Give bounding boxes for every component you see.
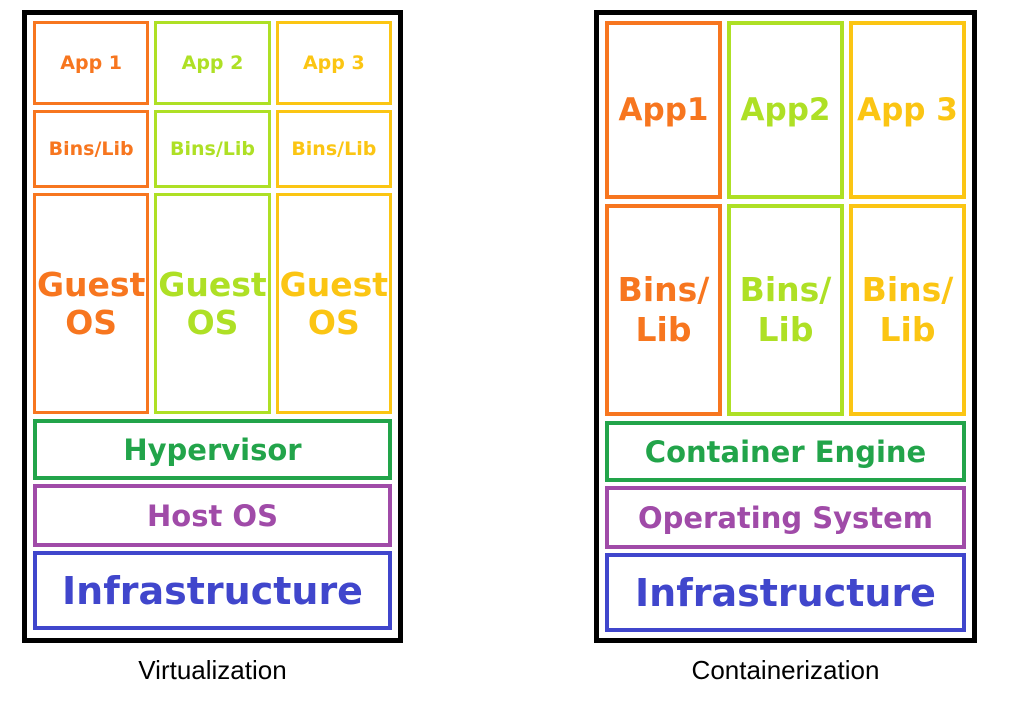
- virtualization-app-box-2: App 2: [154, 21, 271, 105]
- virtualization-infrastructure-label: Infrastructure: [62, 568, 363, 613]
- container-engine-label: Container Engine: [644, 434, 927, 469]
- virtualization-guest-os-box-3: Guest OS: [275, 193, 392, 414]
- virtualization-bins-box-1: Bins/Lib: [33, 110, 150, 188]
- virtualization-vs-containerization-diagram: App 1 App 2 App 3 Bins/Lib Bins/Lib Bins…: [0, 0, 1011, 711]
- virtualization-app-box-3: App 3: [275, 21, 392, 105]
- containerization-platform-bars: Container Engine Operating System Infras…: [605, 421, 966, 632]
- virtualization-stack: App 1 App 2 App 3 Bins/Lib Bins/Lib Bins…: [22, 10, 403, 643]
- virtualization-guest-os-row: Guest OS Guest OS Guest OS: [33, 193, 392, 414]
- containerization-infrastructure-label: Infrastructure: [635, 570, 936, 615]
- virtualization-bins-label-3: Bins/Lib: [291, 138, 377, 160]
- container-engine-bar: Container Engine: [605, 421, 966, 482]
- containerization-app-label-1: App1: [618, 91, 709, 128]
- containerization-bins-box-1: Bins/ Lib: [605, 203, 722, 416]
- virtualization-app-label-3: App 3: [302, 52, 365, 74]
- virtualization-app-row: App 1 App 2 App 3: [33, 21, 392, 105]
- operating-system-label: Operating System: [637, 500, 934, 535]
- containerization-bins-label-3: Bins/ Lib: [861, 269, 954, 349]
- hypervisor-bar: Hypervisor: [33, 419, 392, 480]
- operating-system-bar: Operating System: [605, 486, 966, 549]
- containerization-bins-label-2: Bins/ Lib: [739, 269, 832, 349]
- virtualization-guest-os-label-3: Guest OS: [279, 264, 389, 342]
- virtualization-guest-os-label-1: Guest OS: [36, 264, 146, 342]
- containerization-app-box-3: App 3: [849, 21, 966, 199]
- containerization-caption: Containerization: [691, 655, 880, 685]
- hypervisor-label: Hypervisor: [123, 432, 302, 467]
- virtualization-guest-os-label-2: Guest OS: [158, 264, 267, 342]
- containerization-app-box-2: App2: [727, 21, 844, 199]
- containerization-bins-box-3: Bins/ Lib: [849, 203, 966, 416]
- virtualization-bins-row: Bins/Lib Bins/Lib Bins/Lib: [33, 110, 392, 188]
- containerization-app-label-2: App2: [740, 91, 831, 128]
- virtualization-bins-label-1: Bins/Lib: [48, 138, 134, 160]
- virtualization-bins-label-2: Bins/Lib: [169, 138, 255, 160]
- virtualization-guest-os-box-1: Guest OS: [33, 193, 150, 414]
- virtualization-bins-box-2: Bins/Lib: [154, 110, 271, 188]
- virtualization-app-box-1: App 1: [33, 21, 150, 105]
- containerization-infrastructure-bar: Infrastructure: [605, 553, 966, 632]
- virtualization-infrastructure-bar: Infrastructure: [33, 551, 392, 630]
- virtualization-app-label-1: App 1: [60, 52, 123, 74]
- virtualization-platform-bars: Hypervisor Host OS Infrastructure: [33, 419, 392, 630]
- host-os-bar: Host OS: [33, 484, 392, 547]
- containerization-app-row: App1 App2 App 3: [605, 21, 966, 199]
- containerization-bins-row: Bins/ Lib Bins/ Lib Bins/ Lib: [605, 203, 966, 416]
- virtualization-app-label-2: App 2: [181, 52, 244, 74]
- containerization-bins-box-2: Bins/ Lib: [727, 203, 844, 416]
- containerization-bins-label-1: Bins/ Lib: [617, 269, 710, 349]
- containerization-app-box-1: App1: [605, 21, 722, 199]
- containerization-app-label-3: App 3: [857, 91, 958, 128]
- virtualization-guest-os-box-2: Guest OS: [154, 193, 271, 414]
- host-os-label: Host OS: [147, 498, 278, 533]
- virtualization-caption: Virtualization: [138, 655, 287, 685]
- containerization-stack: App1 App2 App 3 Bins/ Lib Bins/ Lib Bins…: [594, 10, 977, 643]
- virtualization-bins-box-3: Bins/Lib: [275, 110, 392, 188]
